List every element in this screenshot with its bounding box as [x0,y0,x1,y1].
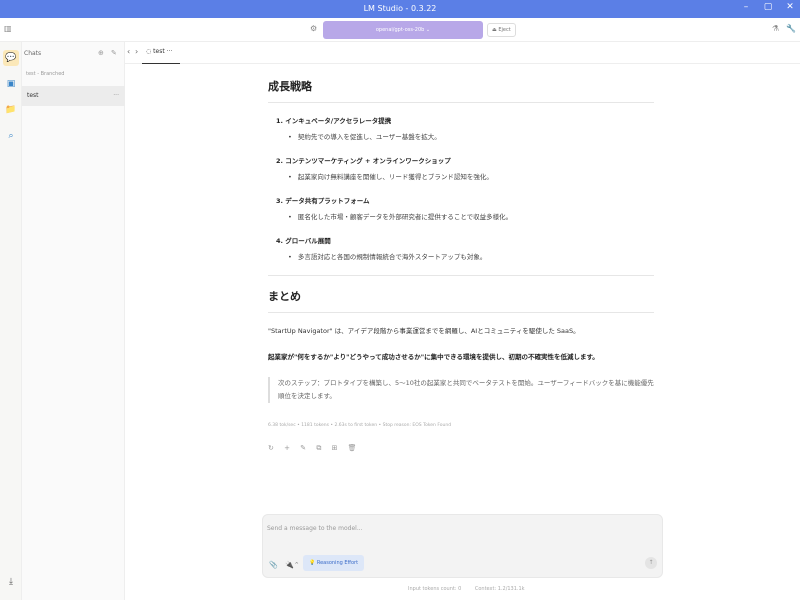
list-item-detail: 多言語対応と各国の規制情報統合で海外スタートアップも対象。 [288,251,654,261]
eject-label: Eject [498,27,511,33]
branch-icon[interactable]: ⊞ [332,444,342,452]
close-icon[interactable]: ✕ [780,2,800,12]
chevron-down-icon: ⌄ [425,27,431,33]
list-item-title: 2. コンテンツマーケティング + オンラインワークショップ [276,157,451,165]
window-title: LM Studio - 0.3.22 [363,4,437,13]
generation-stats: 6.38 tok/sec • 1181 tokens • 2.63s to fi… [268,423,452,428]
download-icon[interactable]: ⤓ [3,574,19,590]
list-item-detail: 契約先での導入を促進し、ユーザー基盤を拡大。 [288,131,654,141]
eject-button[interactable]: ⏏ Eject [487,23,516,37]
chats-sidebar: Chats ⊕ ✎ test - Branched test ··· [22,42,125,600]
status-footer: Input tokens count: 0 Context: 1.2/131.1… [408,586,537,592]
settings-icon[interactable]: ⚙ [310,24,317,33]
maximize-icon[interactable]: ▢ [758,2,778,12]
chat-list-item[interactable]: test ··· [22,86,125,106]
heading-strategy: 成長戦略 [268,78,654,103]
list-item-title: 4. グローバル展開 [276,237,331,245]
reasoning-label: Reasoning Effort [316,560,359,566]
new-folder-icon[interactable]: ⊕ [98,49,104,57]
chats-header: Chats [24,50,42,57]
summary-bold-paragraph: 起業家が"何をするか"より"どうやって成功させるか"に集中できる環境を提供し、初… [268,353,599,361]
divider [268,275,654,276]
list-item-title: 3. データ共有プラットフォーム [276,197,370,205]
minimize-icon[interactable]: – [736,2,756,12]
copy-icon[interactable]: ⧉ [316,444,325,452]
send-button[interactable]: ↑ [645,557,657,569]
message-content: 成長戦略 1. インキュベータ/アクセラレータ提携 契約先での導入を促進し、ユー… [268,78,654,453]
title-bar: LM Studio - 0.3.22 – ▢ ✕ [0,0,800,18]
list-item-title: 1. インキュベータ/アクセラレータ提携 [276,117,392,125]
reasoning-effort-button[interactable]: 💡 Reasoning Effort [303,555,365,571]
list-item-detail: 匿名化した市場・顧客データを外部研究者に提供することで収益多様化。 [288,211,654,221]
attach-icon[interactable]: 📎 [269,561,278,569]
tab-label: test [153,48,165,55]
list-item-detail: 起業家向け無料講座を開催し、リード獲得とブランド認知を強化。 [288,171,654,181]
next-step-quote: 次のステップ：プロトタイプを構築し、5～10社の起業家と共同でベータテストを開始… [268,377,654,403]
message-input[interactable]: Send a message to the model... [267,525,363,532]
forward-icon[interactable]: › [135,47,138,56]
branch-label: test - Branched [26,71,65,77]
sidebar-toggle-icon[interactable]: ▥ [4,24,12,33]
edit-icon[interactable]: ✎ [300,444,310,452]
toolbar: ▥ ⚙ openai/gpt-oss-20b ⌄ ⏏ Eject ⚗ 🔧 [0,18,800,42]
beaker-icon[interactable]: ⚗ [772,24,779,33]
new-chat-icon[interactable]: ✎ [111,49,117,57]
model-selector[interactable]: openai/gpt-oss-20b ⌄ [323,21,483,39]
chat-item-label: test [27,92,39,99]
tab-test[interactable]: ◌ test ··· [142,42,180,64]
input-tokens-count: Input tokens count: 0 [408,586,462,592]
model-name: openai/gpt-oss-20b [375,27,425,33]
tools-icon[interactable]: 🔌⌃ [285,561,300,569]
search-icon[interactable]: ⌕ [3,128,19,144]
regenerate-icon[interactable]: ↻ [268,444,278,452]
lightbulb-icon: 💡 [309,560,317,566]
wrench-icon[interactable]: 🔧 [786,24,796,33]
heading-summary: まとめ [268,288,654,313]
context-usage: Context: 1.2/131.1k [474,586,525,592]
tab-bar: ‹ › ◌ test ··· [125,42,800,64]
chat-icon[interactable]: 💬 [3,50,19,66]
back-icon[interactable]: ‹ [127,47,130,56]
terminal-icon[interactable]: ▣ [3,76,19,92]
message-composer[interactable]: Send a message to the model... 📎 🔌⌃ 💡 Re… [262,514,663,578]
folder-icon[interactable]: 📁 [3,102,19,118]
more-icon[interactable]: ··· [113,86,119,106]
message-actions[interactable]: ↻ + ✎ ⧉ ⊞ 🗑 [268,444,654,453]
delete-icon[interactable]: 🗑 [348,444,361,452]
continue-icon[interactable]: + [284,444,294,452]
tab-more-icon[interactable]: ··· [165,48,173,55]
left-rail: 💬 ▣ 📁 ⌕ ⤓ [0,42,22,600]
summary-paragraph: "StartUp Navigator" は、アイデア段階から事業運営までを網羅し… [268,327,580,335]
